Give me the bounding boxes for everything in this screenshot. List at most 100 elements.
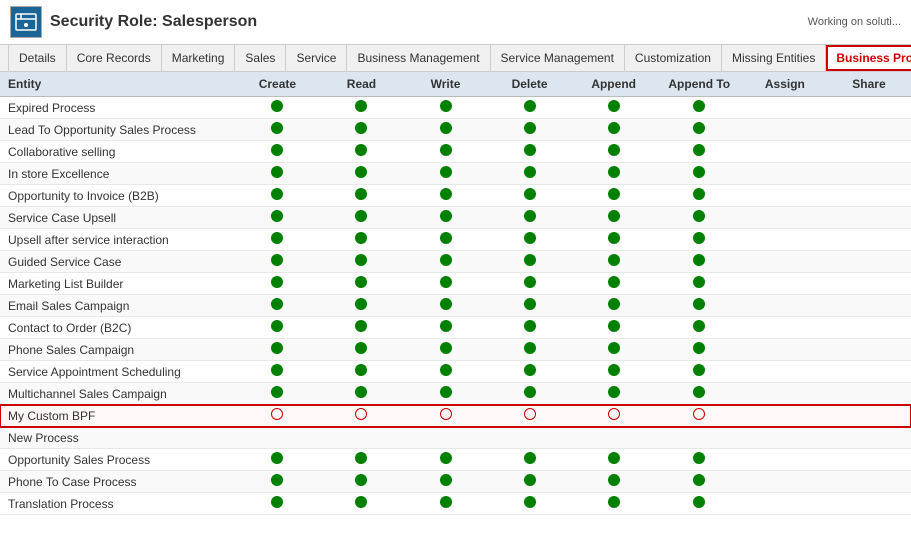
green-dot-icon[interactable] xyxy=(355,122,367,134)
permission-cell-delete[interactable] xyxy=(488,273,572,295)
permission-cell-write[interactable] xyxy=(404,383,488,405)
green-dot-icon[interactable] xyxy=(271,210,283,222)
green-dot-icon[interactable] xyxy=(693,122,705,134)
green-dot-icon[interactable] xyxy=(524,276,536,288)
permission-cell-append[interactable] xyxy=(572,361,656,383)
green-dot-icon[interactable] xyxy=(608,386,620,398)
permission-cell-read[interactable] xyxy=(319,163,403,185)
permission-cell-append[interactable] xyxy=(572,163,656,185)
permission-cell-append[interactable] xyxy=(572,119,656,141)
empty-dot-icon[interactable] xyxy=(608,408,620,420)
permission-cell-create[interactable] xyxy=(235,207,319,229)
tab-service[interactable]: Service xyxy=(286,45,347,71)
permission-cell-create[interactable] xyxy=(235,493,319,515)
permission-cell-read[interactable] xyxy=(319,273,403,295)
permission-cell-appendTo[interactable] xyxy=(656,339,743,361)
green-dot-icon[interactable] xyxy=(693,386,705,398)
green-dot-icon[interactable] xyxy=(524,342,536,354)
green-dot-icon[interactable] xyxy=(440,276,452,288)
permission-cell-assign[interactable] xyxy=(743,493,827,515)
empty-dot-icon[interactable] xyxy=(440,408,452,420)
green-dot-icon[interactable] xyxy=(355,232,367,244)
permission-cell-read[interactable] xyxy=(319,97,403,119)
permission-cell-assign[interactable] xyxy=(743,405,827,427)
green-dot-icon[interactable] xyxy=(693,298,705,310)
permission-cell-create[interactable] xyxy=(235,361,319,383)
green-dot-icon[interactable] xyxy=(440,122,452,134)
green-dot-icon[interactable] xyxy=(693,452,705,464)
green-dot-icon[interactable] xyxy=(355,100,367,112)
permission-cell-write[interactable] xyxy=(404,229,488,251)
green-dot-icon[interactable] xyxy=(608,122,620,134)
permission-cell-delete[interactable] xyxy=(488,427,572,449)
permission-cell-delete[interactable] xyxy=(488,339,572,361)
permission-cell-append[interactable] xyxy=(572,317,656,339)
permission-cell-appendTo[interactable] xyxy=(656,163,743,185)
permission-cell-delete[interactable] xyxy=(488,163,572,185)
green-dot-icon[interactable] xyxy=(693,496,705,508)
permission-cell-create[interactable] xyxy=(235,449,319,471)
green-dot-icon[interactable] xyxy=(524,474,536,486)
permission-cell-appendTo[interactable] xyxy=(656,273,743,295)
permission-cell-appendTo[interactable] xyxy=(656,141,743,163)
permission-cell-share[interactable] xyxy=(827,97,911,119)
green-dot-icon[interactable] xyxy=(440,386,452,398)
permission-cell-read[interactable] xyxy=(319,141,403,163)
permission-cell-delete[interactable] xyxy=(488,141,572,163)
green-dot-icon[interactable] xyxy=(524,320,536,332)
green-dot-icon[interactable] xyxy=(355,474,367,486)
green-dot-icon[interactable] xyxy=(271,100,283,112)
permission-cell-create[interactable] xyxy=(235,97,319,119)
green-dot-icon[interactable] xyxy=(608,144,620,156)
permission-cell-assign[interactable] xyxy=(743,229,827,251)
green-dot-icon[interactable] xyxy=(271,320,283,332)
permission-cell-assign[interactable] xyxy=(743,97,827,119)
permission-cell-create[interactable] xyxy=(235,141,319,163)
permission-cell-assign[interactable] xyxy=(743,295,827,317)
tab-marketing[interactable]: Marketing xyxy=(162,45,236,71)
green-dot-icon[interactable] xyxy=(355,298,367,310)
green-dot-icon[interactable] xyxy=(524,232,536,244)
permission-cell-share[interactable] xyxy=(827,273,911,295)
permission-cell-write[interactable] xyxy=(404,405,488,427)
permission-cell-delete[interactable] xyxy=(488,449,572,471)
green-dot-icon[interactable] xyxy=(608,496,620,508)
green-dot-icon[interactable] xyxy=(355,342,367,354)
permission-cell-share[interactable] xyxy=(827,449,911,471)
permission-cell-assign[interactable] xyxy=(743,251,827,273)
green-dot-icon[interactable] xyxy=(440,298,452,310)
permission-cell-appendTo[interactable] xyxy=(656,119,743,141)
permission-cell-appendTo[interactable] xyxy=(656,229,743,251)
green-dot-icon[interactable] xyxy=(608,100,620,112)
permission-cell-append[interactable] xyxy=(572,383,656,405)
permission-cell-append[interactable] xyxy=(572,493,656,515)
permission-cell-assign[interactable] xyxy=(743,339,827,361)
permission-cell-create[interactable] xyxy=(235,185,319,207)
permission-cell-delete[interactable] xyxy=(488,493,572,515)
permission-cell-appendTo[interactable] xyxy=(656,383,743,405)
green-dot-icon[interactable] xyxy=(693,100,705,112)
tab-business-process-flows[interactable]: Business Process Flows xyxy=(826,45,911,71)
permission-cell-assign[interactable] xyxy=(743,119,827,141)
permission-cell-share[interactable] xyxy=(827,383,911,405)
permission-cell-read[interactable] xyxy=(319,207,403,229)
permission-cell-share[interactable] xyxy=(827,339,911,361)
permission-cell-read[interactable] xyxy=(319,295,403,317)
green-dot-icon[interactable] xyxy=(524,298,536,310)
green-dot-icon[interactable] xyxy=(271,364,283,376)
green-dot-icon[interactable] xyxy=(608,166,620,178)
permission-cell-appendTo[interactable] xyxy=(656,251,743,273)
permission-cell-write[interactable] xyxy=(404,207,488,229)
green-dot-icon[interactable] xyxy=(693,276,705,288)
green-dot-icon[interactable] xyxy=(524,122,536,134)
green-dot-icon[interactable] xyxy=(355,320,367,332)
green-dot-icon[interactable] xyxy=(440,452,452,464)
permission-cell-write[interactable] xyxy=(404,361,488,383)
green-dot-icon[interactable] xyxy=(355,188,367,200)
permission-cell-share[interactable] xyxy=(827,119,911,141)
permission-cell-append[interactable] xyxy=(572,427,656,449)
permission-cell-read[interactable] xyxy=(319,493,403,515)
permission-cell-write[interactable] xyxy=(404,251,488,273)
permission-cell-append[interactable] xyxy=(572,207,656,229)
green-dot-icon[interactable] xyxy=(440,254,452,266)
